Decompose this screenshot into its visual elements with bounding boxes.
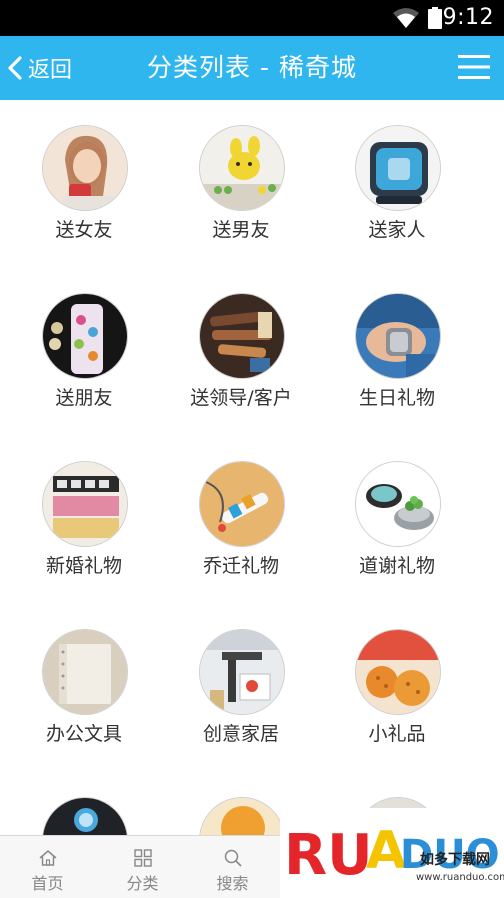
category-photo bbox=[42, 629, 128, 715]
tab-category[interactable]: 分类 bbox=[95, 836, 190, 898]
app-header: 返回 分类列表 - 稀奇城 bbox=[0, 36, 504, 100]
category-photo bbox=[199, 797, 285, 835]
search-icon bbox=[224, 849, 242, 867]
status-bar: 9:12 bbox=[0, 0, 504, 36]
category-item-housewarming[interactable]: 乔迁礼物 bbox=[157, 436, 325, 604]
category-label: 生日礼物 bbox=[358, 387, 435, 409]
home-icon bbox=[39, 850, 57, 866]
category-item-boss-client[interactable]: 送领导/客户 bbox=[157, 268, 325, 436]
category-label: 新婚礼物 bbox=[45, 555, 122, 577]
category-photo bbox=[355, 461, 441, 547]
svg-text:www.ruanduo.com: www.ruanduo.com bbox=[416, 872, 504, 883]
category-photo bbox=[199, 293, 285, 379]
tab-label: 首页 bbox=[31, 874, 64, 893]
category-label: 送男友 bbox=[212, 219, 270, 241]
category-photo bbox=[355, 125, 441, 211]
category-item-family[interactable]: 送家人 bbox=[313, 100, 481, 268]
category-photo bbox=[42, 125, 128, 211]
tab-label: 分类 bbox=[126, 874, 159, 893]
clock: 9:12 bbox=[442, 5, 494, 30]
category-photo bbox=[199, 125, 285, 211]
category-label: 办公文具 bbox=[45, 723, 122, 745]
category-item-office-stationery[interactable]: 办公文具 bbox=[0, 604, 168, 772]
category-label: 送家人 bbox=[368, 219, 426, 241]
category-photo bbox=[42, 461, 128, 547]
grid-icon bbox=[134, 849, 152, 867]
category-item-friends[interactable]: 送朋友 bbox=[0, 268, 168, 436]
category-photo bbox=[199, 629, 285, 715]
tab-home[interactable]: 首页 bbox=[0, 836, 95, 898]
category-photo bbox=[42, 293, 128, 379]
tab-search[interactable]: 搜索 bbox=[185, 836, 280, 898]
category-label: 道谢礼物 bbox=[358, 555, 435, 577]
battery-icon bbox=[428, 7, 442, 29]
tab-label: 搜索 bbox=[216, 874, 249, 893]
category-item-partial[interactable] bbox=[0, 772, 168, 835]
category-label: 乔迁礼物 bbox=[202, 555, 279, 577]
svg-text:RU: RU bbox=[284, 823, 373, 888]
page-title: 分类列表 - 稀奇城 bbox=[147, 53, 357, 82]
hamburger-menu-icon[interactable] bbox=[458, 53, 490, 81]
category-photo bbox=[355, 293, 441, 379]
category-item-boyfriend[interactable]: 送男友 bbox=[157, 100, 325, 268]
category-label: 送朋友 bbox=[55, 387, 113, 409]
category-item-small-gifts[interactable]: 小礼品 bbox=[313, 604, 481, 772]
category-photo bbox=[42, 797, 128, 835]
category-item-girlfriend[interactable]: 送女友 bbox=[0, 100, 168, 268]
category-photo bbox=[199, 461, 285, 547]
category-label: 送领导/客户 bbox=[190, 387, 292, 409]
category-label: 小礼品 bbox=[368, 723, 426, 745]
watermark-logo: RU A DUO 如多下载网 www.ruanduo.com bbox=[280, 808, 504, 898]
category-photo bbox=[355, 629, 441, 715]
category-label: 创意家居 bbox=[202, 723, 279, 745]
category-item-creative-home[interactable]: 创意家居 bbox=[157, 604, 325, 772]
category-item-birthday[interactable]: 生日礼物 bbox=[313, 268, 481, 436]
svg-text:如多下载网: 如多下载网 bbox=[420, 851, 490, 868]
category-label: 送女友 bbox=[55, 219, 113, 241]
wifi-icon bbox=[393, 8, 419, 28]
category-grid: 送女友 送男友 送家人 送朋友 送领导/客户 生日礼物 新婚礼物 乔迁礼物 道谢… bbox=[0, 100, 504, 835]
category-item-wedding[interactable]: 新婚礼物 bbox=[0, 436, 168, 604]
category-item-thanks[interactable]: 道谢礼物 bbox=[313, 436, 481, 604]
